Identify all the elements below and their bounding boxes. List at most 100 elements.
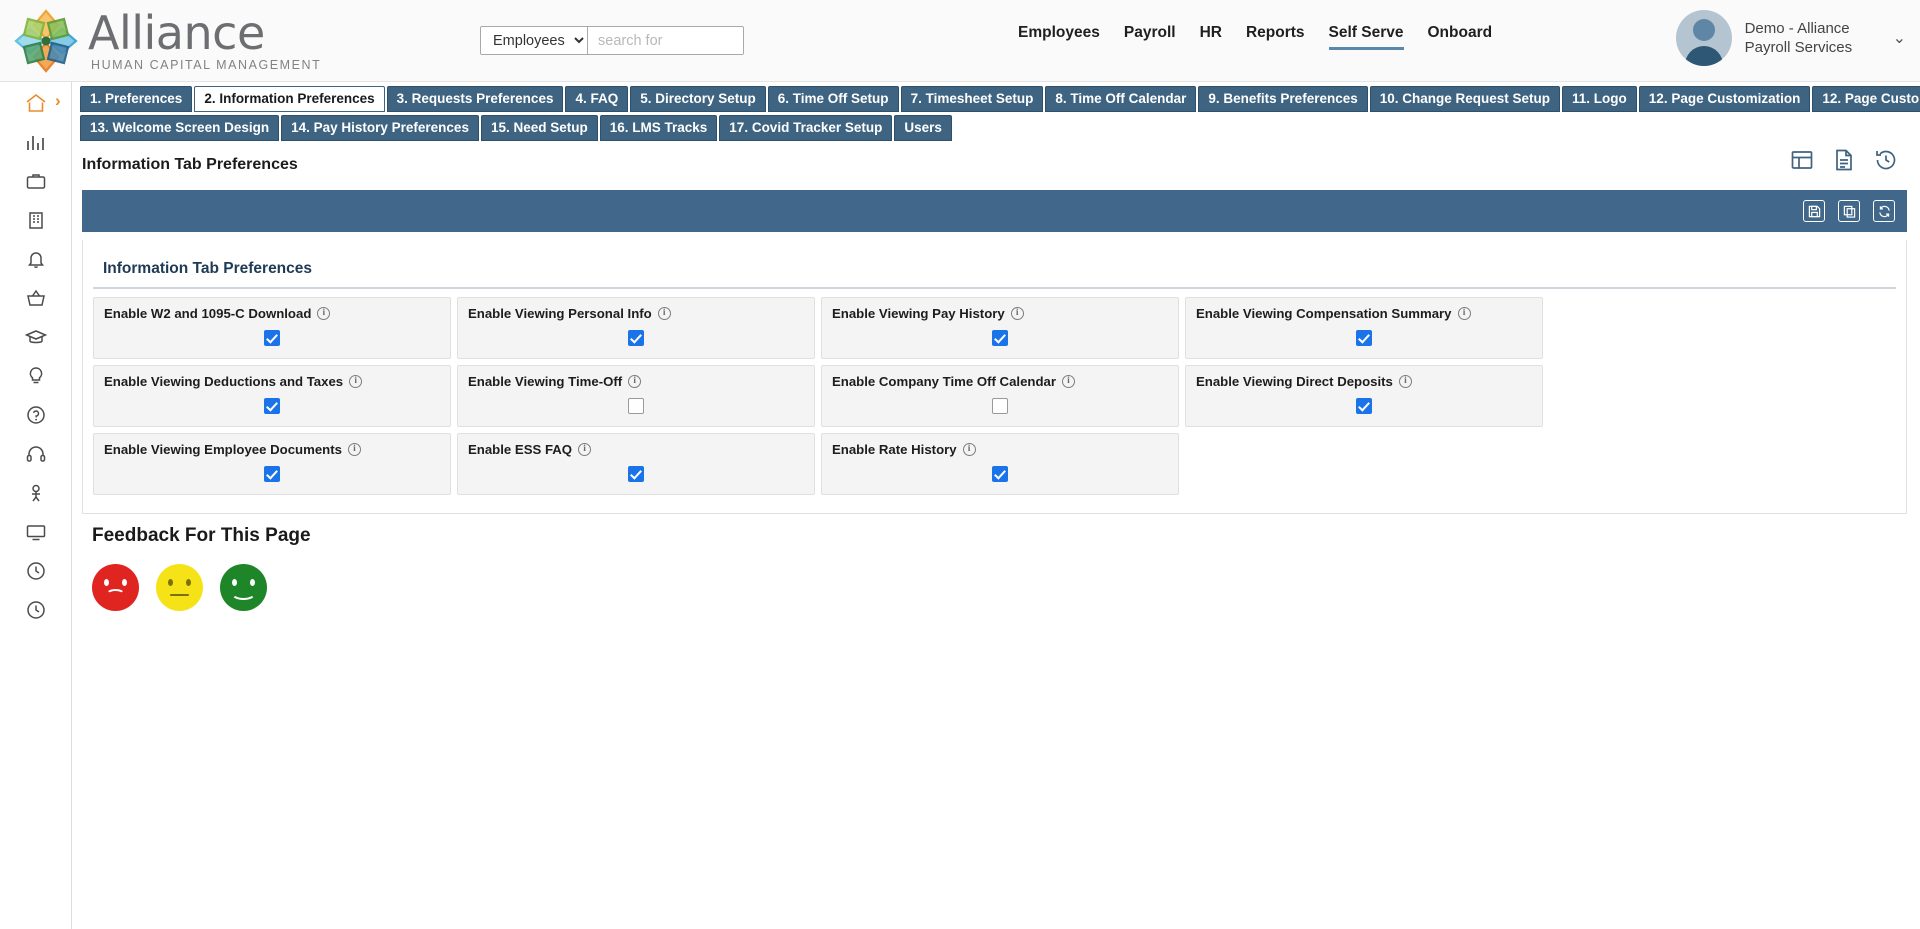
tab-15-need-setup[interactable]: 15. Need Setup bbox=[480, 115, 598, 141]
pref-label: Enable Rate History bbox=[832, 442, 957, 457]
pref-checkbox[interactable] bbox=[992, 330, 1008, 346]
bell-icon[interactable] bbox=[19, 246, 53, 272]
nav-employees[interactable]: Employees bbox=[1018, 24, 1100, 47]
pref-card-personal-info[interactable]: Enable Viewing Personal Info i bbox=[457, 297, 815, 359]
sad-face-icon[interactable] bbox=[92, 564, 139, 611]
pref-card-pay-history[interactable]: Enable Viewing Pay History i bbox=[821, 297, 1179, 359]
pref-checkbox[interactable] bbox=[264, 398, 280, 414]
pref-checkbox[interactable] bbox=[628, 330, 644, 346]
refresh-icon[interactable] bbox=[1873, 200, 1895, 222]
monitor-icon[interactable] bbox=[19, 519, 53, 545]
briefcase-icon[interactable] bbox=[19, 168, 53, 194]
clock-history-icon[interactable] bbox=[19, 597, 53, 623]
tab-bar[interactable]: 1. Preferences 2. Information Preference… bbox=[80, 86, 1920, 144]
pref-checkbox[interactable] bbox=[992, 466, 1008, 482]
info-icon[interactable]: i bbox=[347, 443, 361, 456]
pref-label: Enable Viewing Direct Deposits bbox=[1196, 374, 1393, 389]
info-icon[interactable]: i bbox=[317, 307, 331, 320]
pref-checkbox[interactable] bbox=[1356, 398, 1372, 414]
pref-label: Enable Viewing Pay History bbox=[832, 306, 1005, 321]
tab-5-directory-setup[interactable]: 5. Directory Setup bbox=[630, 86, 766, 112]
left-icon-rail[interactable]: › bbox=[0, 82, 72, 929]
document-icon[interactable] bbox=[1832, 148, 1856, 177]
tab-4-faq[interactable]: 4. FAQ bbox=[565, 86, 629, 112]
tab-6-time-off-setup[interactable]: 6. Time Off Setup bbox=[767, 86, 899, 112]
info-icon[interactable]: i bbox=[1398, 375, 1412, 388]
tab-10-change-request-setup[interactable]: 10. Change Request Setup bbox=[1369, 86, 1561, 112]
tab-8-time-off-calendar[interactable]: 8. Time Off Calendar bbox=[1045, 86, 1197, 112]
search-scope-select[interactable]: Employees bbox=[481, 27, 588, 54]
pref-checkbox[interactable] bbox=[264, 330, 280, 346]
tab-12b-page-customization[interactable]: 12. Page Customization bbox=[1812, 86, 1920, 112]
info-icon[interactable]: i bbox=[578, 443, 592, 456]
history-icon[interactable] bbox=[1874, 148, 1898, 177]
info-icon[interactable]: i bbox=[962, 443, 976, 456]
global-search[interactable]: Employees bbox=[480, 26, 744, 55]
nav-self-serve[interactable]: Self Serve bbox=[1328, 24, 1404, 50]
grid-icon[interactable] bbox=[1790, 148, 1814, 177]
feedback-faces[interactable] bbox=[92, 564, 311, 611]
tab-3-requests-preferences[interactable]: 3. Requests Preferences bbox=[386, 86, 564, 112]
brand-logo[interactable]: Alliance HUMAN CAPITAL MANAGEMENT bbox=[10, 5, 321, 77]
info-icon[interactable]: i bbox=[628, 375, 642, 388]
pref-card-deductions-taxes[interactable]: Enable Viewing Deductions and Taxes i bbox=[93, 365, 451, 427]
rail-expand-icon[interactable]: › bbox=[55, 92, 61, 109]
pref-card-compensation-summary[interactable]: Enable Viewing Compensation Summary i bbox=[1185, 297, 1543, 359]
pref-label: Enable Viewing Time-Off bbox=[468, 374, 623, 389]
pref-card-time-off[interactable]: Enable Viewing Time-Off i bbox=[457, 365, 815, 427]
pref-card-w2-1095c[interactable]: Enable W2 and 1095-C Download i bbox=[93, 297, 451, 359]
info-icon[interactable]: i bbox=[1062, 375, 1075, 388]
info-icon[interactable]: i bbox=[657, 307, 671, 320]
tab-13-welcome-screen-design[interactable]: 13. Welcome Screen Design bbox=[80, 115, 280, 141]
tab-9-benefits-preferences[interactable]: 9. Benefits Preferences bbox=[1198, 86, 1368, 112]
user-menu[interactable]: Demo - Alliance Payroll Services ⌄ bbox=[1675, 10, 1906, 66]
tab-17-covid-tracker-setup[interactable]: 17. Covid Tracker Setup bbox=[719, 115, 893, 141]
pref-card-rate-history[interactable]: Enable Rate History i bbox=[821, 433, 1179, 495]
pref-card-employee-documents[interactable]: Enable Viewing Employee Documents i bbox=[93, 433, 451, 495]
tab-16-lms-tracks[interactable]: 16. LMS Tracks bbox=[599, 115, 718, 141]
nav-reports[interactable]: Reports bbox=[1246, 24, 1305, 47]
headset-icon[interactable] bbox=[19, 441, 53, 467]
brand-tagline: HUMAN CAPITAL MANAGEMENT bbox=[91, 58, 322, 72]
pref-checkbox[interactable] bbox=[992, 398, 1008, 414]
tab-1-preferences[interactable]: 1. Preferences bbox=[80, 86, 193, 112]
help-circle-icon[interactable] bbox=[19, 402, 53, 428]
neutral-face-icon[interactable] bbox=[156, 564, 203, 611]
pref-card-ess-faq[interactable]: Enable ESS FAQ i bbox=[457, 433, 815, 495]
nav-payroll[interactable]: Payroll bbox=[1124, 24, 1176, 47]
page-title-actions[interactable] bbox=[1790, 148, 1898, 177]
panel-toolbar bbox=[82, 190, 1907, 232]
save-icon[interactable] bbox=[1803, 200, 1825, 222]
info-icon[interactable]: i bbox=[1010, 307, 1024, 320]
pref-checkbox[interactable] bbox=[264, 466, 280, 482]
person-icon[interactable] bbox=[19, 480, 53, 506]
basket-icon[interactable] bbox=[19, 285, 53, 311]
main-navigation[interactable]: Employees Payroll HR Reports Self Serve … bbox=[1018, 24, 1492, 50]
tab-7-timesheet-setup[interactable]: 7. Timesheet Setup bbox=[900, 86, 1044, 112]
pref-checkbox[interactable] bbox=[1356, 330, 1372, 346]
building-icon[interactable] bbox=[19, 207, 53, 233]
analytics-icon[interactable] bbox=[19, 129, 53, 155]
search-input[interactable] bbox=[588, 27, 743, 54]
info-icon[interactable]: i bbox=[1457, 307, 1471, 320]
pref-card-direct-deposits[interactable]: Enable Viewing Direct Deposits i bbox=[1185, 365, 1543, 427]
clock-icon[interactable] bbox=[19, 558, 53, 584]
graduation-cap-icon[interactable] bbox=[19, 324, 53, 350]
info-icon[interactable]: i bbox=[349, 375, 363, 388]
happy-face-icon[interactable] bbox=[220, 564, 267, 611]
home-icon[interactable] bbox=[19, 90, 53, 116]
tab-11-logo[interactable]: 11. Logo bbox=[1562, 86, 1637, 112]
pref-checkbox[interactable] bbox=[628, 398, 644, 414]
copy-icon[interactable] bbox=[1838, 200, 1860, 222]
pref-checkbox[interactable] bbox=[628, 466, 644, 482]
tab-14-pay-history-preferences[interactable]: 14. Pay History Preferences bbox=[281, 115, 479, 141]
tab-users[interactable]: Users bbox=[894, 115, 952, 141]
lightbulb-icon[interactable] bbox=[19, 363, 53, 389]
page-title: Information Tab Preferences bbox=[82, 156, 298, 173]
nav-onboard[interactable]: Onboard bbox=[1428, 24, 1493, 47]
pref-card-company-time-off-calendar[interactable]: Enable Company Time Off Calendar i bbox=[821, 365, 1179, 427]
tab-2-information-preferences[interactable]: 2. Information Preferences bbox=[194, 86, 385, 112]
nav-hr[interactable]: HR bbox=[1200, 24, 1222, 47]
tab-12-page-customization[interactable]: 12. Page Customization bbox=[1638, 86, 1811, 112]
chevron-down-icon[interactable]: ⌄ bbox=[1893, 28, 1906, 48]
